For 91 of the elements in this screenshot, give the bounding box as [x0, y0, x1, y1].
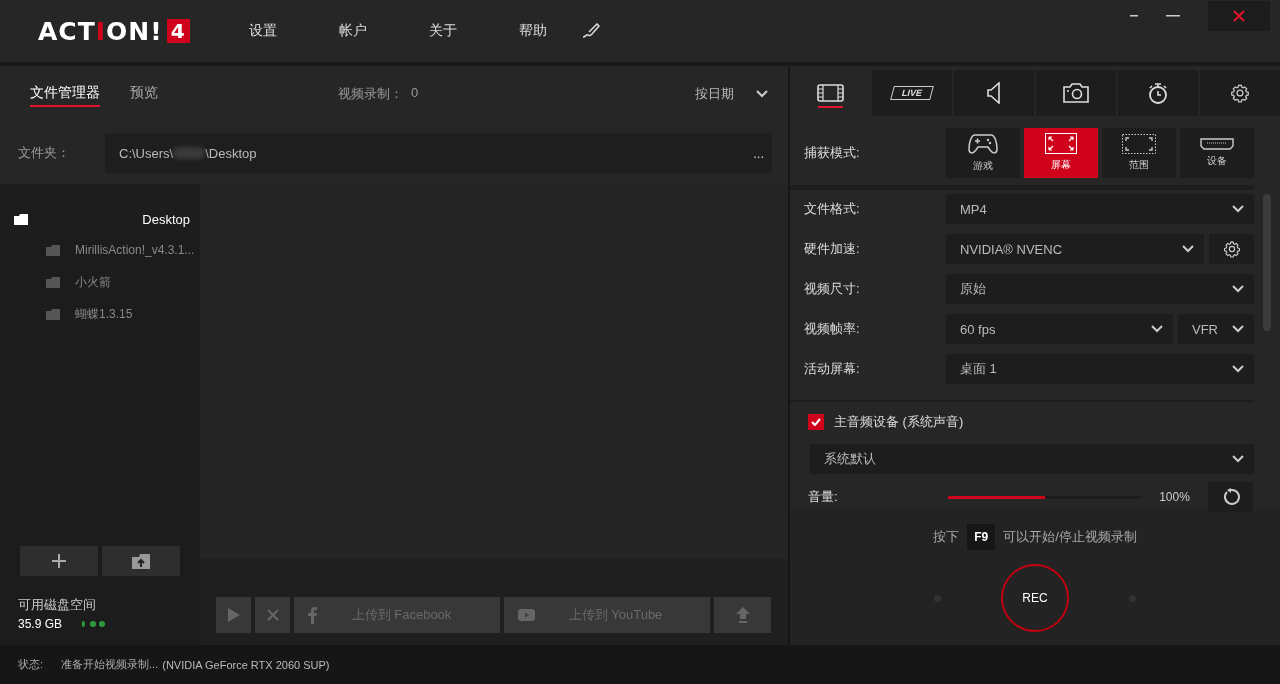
hdmi-port-icon	[1200, 137, 1234, 150]
folder-label: 文件夹：	[18, 144, 71, 162]
dropdown[interactable]: 系统默认	[810, 444, 1254, 474]
dropdown[interactable]: 桌面 1	[946, 354, 1254, 384]
tab[interactable]	[1118, 70, 1198, 116]
checkmark-icon	[811, 418, 821, 426]
checkbox-label: 主音频设备 (系统声音)	[834, 413, 964, 431]
chevron-down-icon	[1232, 285, 1244, 293]
video-play-icon	[518, 609, 535, 621]
disk-space-label: 可用磁盘空间	[18, 596, 97, 614]
capture-mode-option[interactable]: 设备	[1180, 127, 1254, 178]
volume-reading: 100%	[1158, 490, 1191, 504]
reset-button[interactable]	[1208, 482, 1253, 512]
disk-space-value: 35.9 GB	[18, 617, 63, 631]
recordings-label: 视频录制：	[338, 85, 403, 103]
close-button[interactable]	[1208, 1, 1270, 31]
folder-icon	[46, 276, 60, 288]
checkbox[interactable]	[808, 414, 824, 430]
folder-icon	[14, 213, 28, 225]
tab[interactable]: LIVE	[872, 70, 952, 116]
tree-item[interactable]: MirillisAction!_v4.3.1...	[0, 234, 200, 266]
dropdown[interactable]: 60 fps	[946, 314, 1173, 344]
gamepad-icon	[968, 132, 998, 155]
menu-item[interactable]: 关于	[398, 22, 488, 40]
minimize-icon[interactable]	[1130, 15, 1138, 17]
volume-slider[interactable]	[948, 495, 1141, 499]
menu-item[interactable]: 帮助	[488, 22, 578, 40]
folder-icon	[46, 244, 60, 256]
menu-item[interactable]: 帐户	[308, 22, 398, 40]
camera-icon	[1062, 82, 1090, 104]
gpu-info: (NVIDIA GeForce RTX 2060 SUP)	[162, 658, 330, 671]
setting-label: 文件格式:	[804, 200, 861, 218]
chevron-down-icon	[1232, 325, 1244, 333]
tab[interactable]: 文件管理器	[30, 81, 100, 107]
close-icon	[1233, 10, 1245, 22]
hotkey-hint: 可以开始/停止视频录制	[1003, 528, 1137, 546]
chevron-down-icon	[1232, 365, 1244, 373]
settings-icon	[1230, 83, 1250, 103]
speaker-icon	[987, 82, 1001, 104]
chevron-down-icon	[1151, 325, 1163, 333]
dropdown[interactable]: VFR	[1178, 314, 1254, 344]
tab[interactable]: 预览	[130, 81, 158, 107]
hotkey-key: F9	[967, 524, 996, 550]
tab[interactable]	[1036, 70, 1116, 116]
tree-item[interactable]: 小火箭	[0, 266, 200, 298]
pen-icon[interactable]	[582, 23, 602, 39]
reset-icon	[1221, 488, 1240, 506]
plus-icon	[52, 554, 66, 568]
settings-icon	[1222, 240, 1241, 258]
upload-icon	[735, 607, 750, 623]
dropdown[interactable]: MP4	[946, 194, 1254, 224]
fullscreen-icon	[1045, 133, 1077, 154]
status-label: 状态:	[18, 657, 44, 672]
status-text: 准备开始视频录制...	[61, 657, 159, 672]
tab[interactable]	[1200, 70, 1280, 116]
hotkey-hint: 按下	[933, 528, 960, 546]
stopwatch-icon	[1147, 82, 1169, 104]
film-icon	[816, 84, 844, 102]
setting-label: 视频帧率:	[804, 320, 861, 338]
menu-item[interactable]: 设置	[218, 22, 308, 40]
area-select-icon	[1122, 133, 1156, 154]
app-logo: ACTION! 4	[38, 16, 198, 46]
facebook-icon	[308, 606, 317, 624]
setting-label: 视频尺寸:	[804, 280, 861, 298]
status-dots-icon	[82, 621, 107, 627]
folder-icon	[46, 308, 60, 320]
play-icon	[227, 608, 240, 622]
close-icon	[266, 609, 279, 621]
folder-upload-icon	[132, 553, 150, 569]
chevron-down-icon	[1232, 455, 1244, 463]
recordings-count: 0	[411, 85, 419, 102]
encoder-settings-button[interactable]	[1209, 234, 1254, 264]
setting-label: 硬件加速:	[804, 240, 861, 258]
add-folder-button[interactable]	[20, 546, 98, 576]
folder-path-field[interactable]: C:\Users\ \Desktop ...	[105, 133, 772, 173]
capture-mode-label: 捕获模式:	[804, 143, 861, 162]
chevron-down-icon	[1182, 245, 1194, 253]
chevron-down-icon	[1232, 205, 1244, 213]
tree-item[interactable]: 蝴蝶1.3.15	[0, 298, 200, 330]
open-folder-button[interactable]	[102, 546, 180, 576]
tab[interactable]	[954, 70, 1034, 116]
dropdown[interactable]: NVIDIA® NVENC	[946, 234, 1204, 264]
capture-mode-option[interactable]: 屏幕	[1024, 127, 1098, 178]
record-button[interactable]: REC	[1001, 564, 1069, 632]
dropdown[interactable]: 原始	[946, 274, 1254, 304]
setting-label: 活动屏幕:	[804, 360, 861, 378]
capture-mode-option[interactable]: 范围	[1102, 127, 1176, 178]
sort-dropdown[interactable]: 按日期	[695, 85, 768, 103]
capture-mode-option[interactable]: 游戏	[946, 127, 1020, 178]
chevron-down-icon	[756, 90, 768, 98]
volume-label: 音量:	[808, 488, 839, 506]
